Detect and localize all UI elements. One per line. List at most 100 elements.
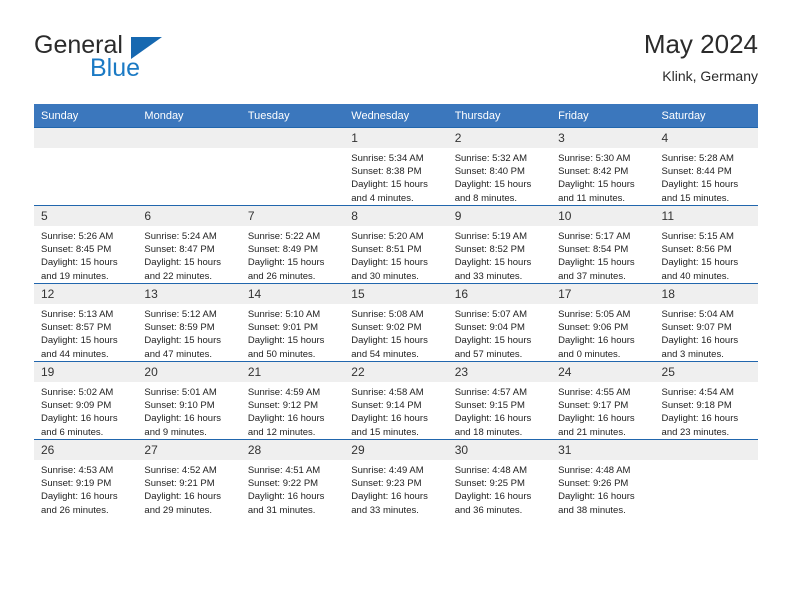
calendar-day-cell[interactable]: 18 Sunrise: 5:04 AM Sunset: 9:07 PM Dayligh… [654,283,758,362]
daylight-text-line2: and 12 minutes. [247,426,316,438]
calendar-day-cell[interactable]: 10 Sunrise: 5:17 AM Sunset: 8:54 PM Dayligh… [551,205,655,284]
daylight-text-line1: Daylight: 15 hours [351,335,428,347]
calendar-day-cell[interactable]: 8 Sunrise: 5:20 AM Sunset: 8:51 PM Daylight… [344,205,448,284]
calendar-day-cell[interactable]: 16 Sunrise: 5:07 AM Sunset: 9:04 PM Dayligh… [447,283,552,362]
calendar-header-row: Sunday Monday Tuesday Wednesday Thursday… [34,104,758,128]
sunrise-text: Sunrise: 5:22 AM [247,231,321,242]
general-blue-logo[interactable]: General Blue [34,28,254,88]
daylight-text-line2: and 30 minutes. [351,270,419,282]
calendar-day-cell[interactable]: 13 Sunrise: 5:12 AM Sunset: 8:59 PM Dayligh… [137,283,241,362]
weekday-header-wednesday: Wednesday [344,104,448,128]
sunrise-text: Sunrise: 5:05 AM [558,309,631,320]
day-sun-info: Sunrise: 5:28 AM Sunset: 8:44 PM Daylight:… [655,148,758,205]
calendar-day-cell[interactable]: 24 Sunrise: 4:55 AM Sunset: 9:17 PM Dayligh… [551,361,655,440]
daylight-text-line2: and 26 minutes. [247,270,316,282]
sunset-text: Sunset: 8:57 PM [41,322,112,334]
calendar-day-cell[interactable]: 4 Sunrise: 5:28 AM Sunset: 8:44 PM Daylight… [654,127,758,206]
daylight-text-line1: Daylight: 16 hours [41,491,118,503]
calendar-day-cell[interactable]: 5 Sunrise: 5:26 AM Sunset: 8:45 PM Daylight… [34,205,138,284]
daylight-text-line1: Daylight: 15 hours [41,257,118,269]
page-subtitle: Klink, Germany [662,68,758,84]
day-sun-info: Sunrise: 4:59 AM Sunset: 9:12 PM Daylight:… [241,382,344,439]
calendar-day-cell[interactable]: 12 Sunrise: 5:13 AM Sunset: 8:57 PM Dayligh… [34,283,138,362]
day-number: 5 [34,206,138,226]
sunset-text: Sunset: 8:40 PM [454,166,525,178]
sunrise-text: Sunrise: 5:01 AM [144,387,217,398]
daylight-text-line2: and 47 minutes. [144,348,213,360]
daylight-text-line1: Daylight: 15 hours [558,179,635,191]
calendar-day-cell-empty [240,127,345,206]
calendar-week-row: 26 Sunrise: 4:53 AM Sunset: 9:19 PM Dayligh… [34,439,758,517]
calendar-day-cell-empty [137,127,241,206]
calendar-day-cell[interactable]: 3 Sunrise: 5:30 AM Sunset: 8:42 PM Daylight… [551,127,655,206]
day-sun-info: Sunrise: 4:57 AM Sunset: 9:15 PM Daylight:… [448,382,551,439]
day-number: 7 [240,206,345,226]
daylight-text-line2: and 33 minutes. [454,270,523,282]
sunrise-text: Sunrise: 4:49 AM [351,465,424,476]
sunset-text: Sunset: 8:42 PM [558,166,629,178]
calendar-day-cell[interactable]: 11 Sunrise: 5:15 AM Sunset: 8:56 PM Dayligh… [654,205,758,284]
calendar-day-cell[interactable]: 9 Sunrise: 5:19 AM Sunset: 8:52 PM Daylight… [447,205,552,284]
calendar-week-row: 5 Sunrise: 5:26 AM Sunset: 8:45 PM Daylight… [34,205,758,284]
calendar-day-cell[interactable]: 25 Sunrise: 4:54 AM Sunset: 9:18 PM Dayligh… [654,361,758,440]
calendar-day-cell[interactable]: 19 Sunrise: 5:02 AM Sunset: 9:09 PM Dayligh… [34,361,138,440]
daylight-text-line1: Daylight: 15 hours [247,257,325,269]
day-number: 2 [447,128,552,148]
day-number: 3 [551,128,655,148]
sunrise-text: Sunrise: 5:28 AM [661,153,734,164]
calendar-day-cell[interactable]: 1 Sunrise: 5:34 AM Sunset: 8:38 PM Daylight… [344,127,448,206]
day-sun-info: Sunrise: 5:34 AM Sunset: 8:38 PM Daylight:… [344,148,447,205]
sunset-text: Sunset: 8:51 PM [351,244,422,256]
calendar-day-cell[interactable]: 26 Sunrise: 4:53 AM Sunset: 9:19 PM Dayligh… [34,439,138,517]
calendar-day-cell[interactable]: 17 Sunrise: 5:05 AM Sunset: 9:06 PM Dayligh… [551,283,655,362]
sunrise-text: Sunrise: 5:13 AM [41,309,114,320]
daylight-text-line2: and 40 minutes. [661,270,730,282]
calendar-day-cell[interactable]: 7 Sunrise: 5:22 AM Sunset: 8:49 PM Daylight… [240,205,345,284]
calendar-day-cell[interactable]: 14 Sunrise: 5:10 AM Sunset: 9:01 PM Dayligh… [240,283,345,362]
sunset-text: Sunset: 8:56 PM [661,244,732,256]
day-number: 31 [551,440,655,460]
calendar-day-cell[interactable]: 22 Sunrise: 4:58 AM Sunset: 9:14 PM Dayligh… [344,361,448,440]
daylight-text-line2: and 0 minutes. [558,348,621,360]
daylight-text-line2: and 18 minutes. [454,426,523,438]
sunrise-text: Sunrise: 5:10 AM [247,309,321,320]
sunset-text: Sunset: 9:22 PM [247,478,319,490]
day-number: 19 [34,362,138,382]
calendar-day-cell[interactable]: 31 Sunrise: 4:48 AM Sunset: 9:26 PM Dayligh… [551,439,655,517]
calendar-day-cell[interactable]: 30 Sunrise: 4:48 AM Sunset: 9:25 PM Dayligh… [447,439,552,517]
sunset-text: Sunset: 8:45 PM [41,244,112,256]
calendar-day-cell[interactable]: 21 Sunrise: 4:59 AM Sunset: 9:12 PM Dayligh… [240,361,345,440]
day-number: 30 [447,440,552,460]
weekday-header-sunday: Sunday [34,104,138,128]
day-sun-info: Sunrise: 5:20 AM Sunset: 8:51 PM Daylight:… [344,226,447,283]
sunset-text: Sunset: 9:18 PM [661,400,732,412]
calendar-day-cell[interactable]: 6 Sunrise: 5:24 AM Sunset: 8:47 PM Daylight… [137,205,241,284]
day-number [654,440,758,460]
daylight-text-line1: Daylight: 16 hours [41,413,118,425]
daylight-text-line1: Daylight: 16 hours [558,335,635,347]
calendar-day-cell[interactable]: 15 Sunrise: 5:08 AM Sunset: 9:02 PM Dayligh… [344,283,448,362]
calendar-day-cell[interactable]: 20 Sunrise: 5:01 AM Sunset: 9:10 PM Dayligh… [137,361,241,440]
day-sun-info: Sunrise: 5:30 AM Sunset: 8:42 PM Daylight:… [551,148,654,205]
calendar-day-cell[interactable]: 27 Sunrise: 4:52 AM Sunset: 9:21 PM Dayligh… [137,439,241,517]
day-number: 8 [344,206,448,226]
day-number: 15 [344,284,448,304]
daylight-text-line1: Daylight: 16 hours [351,413,428,425]
day-sun-info: Sunrise: 5:04 AM Sunset: 9:07 PM Daylight:… [655,304,758,361]
daylight-text-line1: Daylight: 15 hours [41,335,118,347]
sunrise-text: Sunrise: 5:07 AM [454,309,528,320]
calendar-day-cell[interactable]: 29 Sunrise: 4:49 AM Sunset: 9:23 PM Dayligh… [344,439,448,517]
daylight-text-line1: Daylight: 15 hours [351,179,428,191]
sunrise-text: Sunrise: 5:32 AM [454,153,528,164]
sunrise-text: Sunrise: 4:54 AM [661,387,734,398]
daylight-text-line1: Daylight: 15 hours [454,257,532,269]
sunset-text: Sunset: 8:38 PM [351,166,422,178]
weekday-header-monday: Monday [137,104,241,128]
daylight-text-line2: and 38 minutes. [558,504,626,516]
calendar-day-cell[interactable]: 28 Sunrise: 4:51 AM Sunset: 9:22 PM Dayligh… [240,439,345,517]
daylight-text-line2: and 36 minutes. [454,504,523,516]
calendar-day-cell[interactable]: 23 Sunrise: 4:57 AM Sunset: 9:15 PM Dayligh… [447,361,552,440]
calendar-day-cell[interactable]: 2 Sunrise: 5:32 AM Sunset: 8:40 PM Daylight… [447,127,552,206]
day-sun-info: Sunrise: 4:52 AM Sunset: 9:21 PM Daylight:… [137,460,240,517]
sunset-text: Sunset: 9:04 PM [454,322,525,334]
